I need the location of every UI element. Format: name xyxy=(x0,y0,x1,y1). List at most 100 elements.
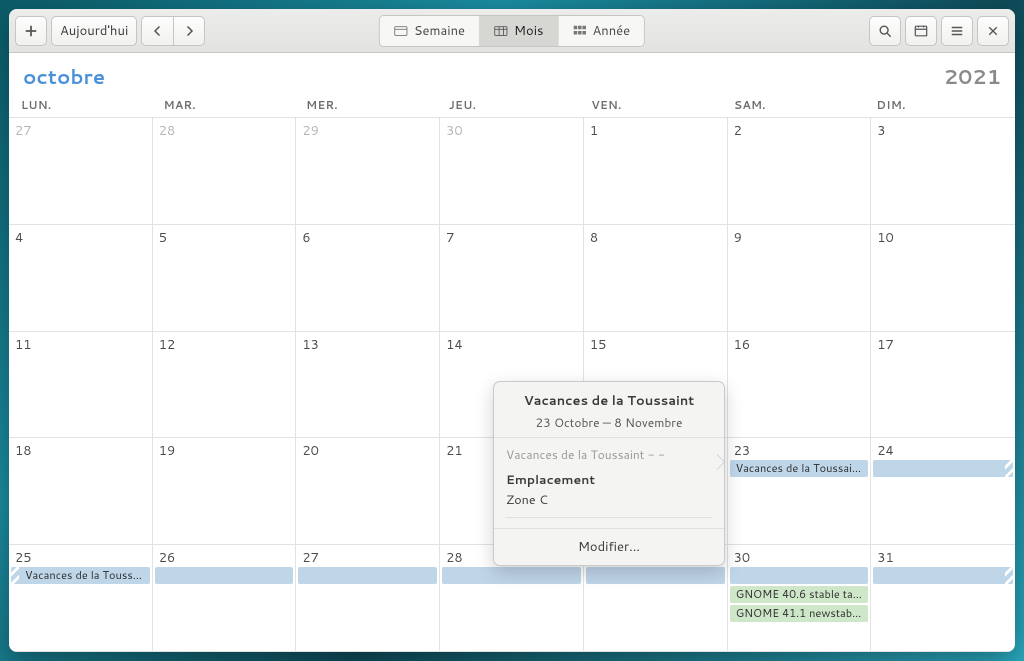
headerbar-left: Aujourd'hui xyxy=(15,16,205,46)
day-number: 30 xyxy=(446,122,577,140)
day-cell[interactable]: 6 xyxy=(296,225,440,332)
event-popover: Vacances de la Toussaint 23 Octobre — 8 … xyxy=(493,381,725,566)
day-cell[interactable]: 24 xyxy=(871,438,1015,545)
close-button[interactable] xyxy=(977,16,1009,46)
day-cell[interactable]: 2 xyxy=(728,118,872,225)
view-week-label: Semaine xyxy=(414,22,465,40)
day-number: 16 xyxy=(734,336,865,354)
day-cell[interactable]: 17 xyxy=(871,332,1015,439)
weekday: MAR. xyxy=(156,97,299,113)
popover-header: Vacances de la Toussaint 23 Octobre — 8 … xyxy=(494,382,724,438)
search-icon xyxy=(878,24,892,38)
day-cell[interactable]: 11 xyxy=(9,332,153,439)
weekday-row: LUN. MAR. MER. JEU. VEN. SAM. DIM. xyxy=(9,97,1015,117)
day-cell[interactable]: 27 xyxy=(9,118,153,225)
event-pill[interactable]: GNOME 41.1 newstable ta… xyxy=(730,605,869,622)
calendars-button[interactable] xyxy=(905,16,937,46)
day-number: 3 xyxy=(877,122,1009,140)
day-cell[interactable]: 5 xyxy=(153,225,297,332)
event-pill[interactable]: Vacances de la Toussaint xyxy=(730,460,869,477)
event-pill[interactable] xyxy=(586,567,725,584)
day-number: 6 xyxy=(302,229,433,247)
today-button[interactable]: Aujourd'hui xyxy=(51,16,137,46)
popover-dates: 23 Octobre — 8 Novembre xyxy=(506,414,712,431)
view-year-label: Année xyxy=(592,22,630,40)
popover-edit-button[interactable]: Modifier… xyxy=(494,529,724,565)
day-cell[interactable]: 7 xyxy=(440,225,584,332)
day-number: 31 xyxy=(877,549,1009,567)
weekday: SAM. xyxy=(726,97,869,113)
day-number: 23 xyxy=(734,442,865,460)
event-pill[interactable] xyxy=(873,460,1013,477)
day-number: 12 xyxy=(159,336,290,354)
day-cell[interactable]: 4 xyxy=(9,225,153,332)
day-cell[interactable]: 1 xyxy=(584,118,728,225)
day-cell[interactable]: 20 xyxy=(296,438,440,545)
calendar-icon xyxy=(914,24,928,38)
hamburger-icon xyxy=(950,24,964,38)
day-number: 27 xyxy=(15,122,146,140)
day-number: 14 xyxy=(446,336,577,354)
day-cell[interactable]: 18 xyxy=(9,438,153,545)
weekday: JEU. xyxy=(441,97,584,113)
chevron-right-icon xyxy=(183,25,195,37)
day-number: 28 xyxy=(159,122,290,140)
nav-group xyxy=(141,16,205,46)
view-week-button[interactable]: Semaine xyxy=(380,16,480,46)
month-name: octobre xyxy=(23,63,105,91)
headerbar: Aujourd'hui Semaine xyxy=(9,9,1015,53)
day-number: 7 xyxy=(446,229,577,247)
day-cell[interactable]: 25Vacances de la Toussaint xyxy=(9,545,153,652)
add-event-button[interactable] xyxy=(15,16,47,46)
popover-footer: Modifier… xyxy=(494,528,724,565)
event-pill[interactable]: GNOME 40.6 stable tarba… xyxy=(730,586,869,603)
day-number: 20 xyxy=(302,442,433,460)
day-cell[interactable]: 23Vacances de la Toussaint xyxy=(728,438,872,545)
menu-button[interactable] xyxy=(941,16,973,46)
day-cell[interactable]: 9 xyxy=(728,225,872,332)
event-pill[interactable] xyxy=(442,567,581,584)
year-label: 2021 xyxy=(944,63,1001,91)
day-number: 9 xyxy=(734,229,865,247)
view-month-button[interactable]: Mois xyxy=(480,16,558,46)
day-cell[interactable]: 13 xyxy=(296,332,440,439)
day-cell[interactable]: 27 xyxy=(296,545,440,652)
day-number: 5 xyxy=(159,229,290,247)
day-cell[interactable]: 29 xyxy=(296,118,440,225)
event-continues-left-icon xyxy=(11,567,19,584)
day-cell[interactable]: 30 xyxy=(440,118,584,225)
event-pill[interactable] xyxy=(730,567,869,584)
month-icon xyxy=(494,24,508,38)
event-pill[interactable] xyxy=(298,567,437,584)
close-icon xyxy=(987,25,999,37)
search-button[interactable] xyxy=(869,16,901,46)
day-cell[interactable]: 26 xyxy=(153,545,297,652)
weekday: LUN. xyxy=(13,97,156,113)
event-continues-right-icon xyxy=(1005,460,1013,477)
day-number: 29 xyxy=(302,122,433,140)
prev-button[interactable] xyxy=(141,16,173,46)
day-cell[interactable]: 19 xyxy=(153,438,297,545)
event-pill[interactable]: Vacances de la Toussaint xyxy=(11,567,150,584)
day-cell[interactable]: 28 xyxy=(153,118,297,225)
day-cell[interactable]: 3 xyxy=(871,118,1015,225)
popover-location-label: Emplacement xyxy=(506,471,712,489)
day-cell[interactable]: 12 xyxy=(153,332,297,439)
view-month-label: Mois xyxy=(514,22,543,40)
popover-body: Vacances de la Toussaint - - Emplacement… xyxy=(494,438,724,528)
day-cell[interactable]: 31 xyxy=(871,545,1015,652)
day-cell[interactable]: 8 xyxy=(584,225,728,332)
popover-subtitle: Vacances de la Toussaint - - xyxy=(506,446,712,463)
next-button[interactable] xyxy=(173,16,205,46)
day-number: 13 xyxy=(302,336,433,354)
day-cell[interactable]: 10 xyxy=(871,225,1015,332)
view-year-button[interactable]: Année xyxy=(558,16,644,46)
day-number: 4 xyxy=(15,229,146,247)
event-pill[interactable] xyxy=(155,567,294,584)
day-cell[interactable]: 30 GNOME 40.6 stable tarba…GNOME 41.1 ne… xyxy=(728,545,872,652)
day-number: 19 xyxy=(159,442,290,460)
popover-location-value: Zone C xyxy=(506,491,712,509)
day-cell[interactable]: 16 xyxy=(728,332,872,439)
event-pill[interactable] xyxy=(873,567,1013,584)
plus-icon xyxy=(24,24,38,38)
